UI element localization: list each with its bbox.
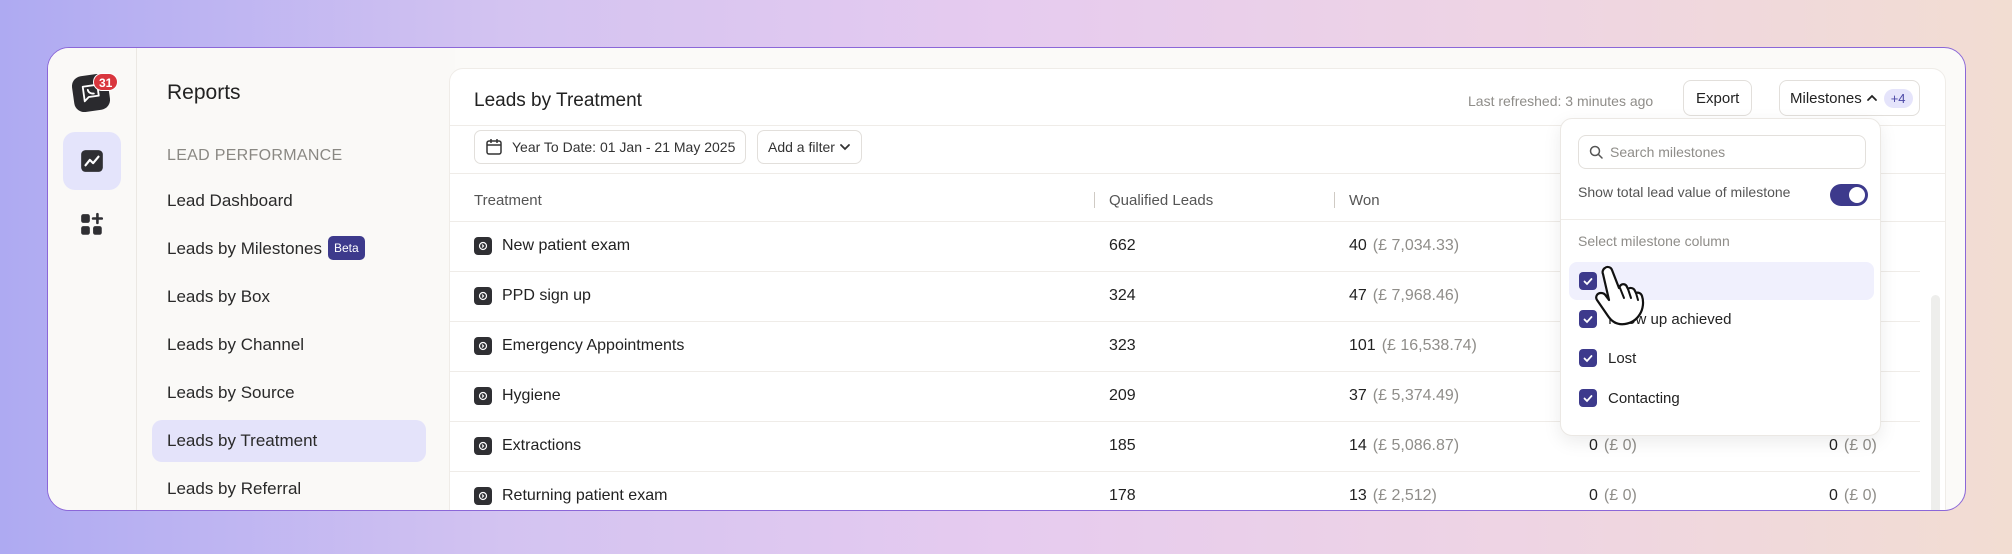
milestone-option-label: Contacting	[1608, 389, 1680, 407]
treatment-icon	[474, 487, 492, 505]
nav-item-leads-by-referral[interactable]: Leads by Referral	[152, 468, 426, 510]
search-milestones-input[interactable]	[1610, 144, 1850, 160]
follow-up-value: 0 (£ 0)	[1589, 437, 1637, 454]
treatment-icon	[474, 437, 492, 455]
treatment-name: Emergency Appointments	[502, 337, 685, 354]
nav-item-label: Leads by Source	[167, 383, 295, 402]
qualified-leads-value: 323	[1109, 337, 1136, 354]
won-value: 40 (£ 7,034.33)	[1349, 237, 1460, 254]
treatment-icon	[474, 387, 492, 405]
page-title: Leads by Treatment	[474, 90, 642, 111]
nav-item-label: Leads by Referral	[167, 479, 302, 498]
calendar-icon	[486, 139, 502, 155]
won-value: 13 (£ 2,512)	[1349, 487, 1437, 504]
nav-item-leads-by-box[interactable]: Leads by Box	[152, 276, 426, 318]
last-refreshed-text: Last refreshed: 3 minutes ago	[1468, 93, 1654, 109]
reports-nav: Reports LEAD PERFORMANCE Lead Dashboard …	[137, 48, 455, 510]
treatment-icon	[474, 237, 492, 255]
checkbox-checked-icon[interactable]	[1579, 349, 1597, 367]
nav-item-leads-by-source[interactable]: Leads by Source	[152, 372, 426, 414]
treatment-name: New patient exam	[502, 237, 631, 254]
nav-section-label: LEAD PERFORMANCE	[167, 147, 343, 164]
milestone-search[interactable]	[1578, 135, 1866, 169]
date-range-filter[interactable]: Year To Date: 01 Jan - 21 May 2025	[474, 130, 747, 164]
add-filter-button[interactable]: Add a filter	[757, 130, 862, 164]
checkbox-checked-icon[interactable]	[1579, 389, 1597, 407]
treatment-name: Extractions	[502, 437, 582, 454]
date-range-label: Year To Date: 01 Jan - 21 May 2025	[512, 139, 736, 155]
beta-badge: Beta	[327, 236, 365, 260]
treatment-name: PPD sign up	[502, 287, 591, 304]
nav-item-label: Leads by Channel	[167, 335, 305, 354]
nav-item-label: Leads by Box	[167, 287, 271, 306]
nav-item-label: Lead Dashboard	[167, 191, 293, 210]
qualified-leads-value: 185	[1109, 437, 1136, 454]
add-filter-label: Add a filter	[768, 139, 835, 155]
nav-title: Reports	[167, 81, 241, 104]
hand-pointer-icon	[1595, 265, 1645, 326]
grid-plus-icon	[81, 212, 104, 235]
treatment-icon	[474, 337, 492, 355]
milestone-option-lost[interactable]: Lost	[1569, 339, 1874, 377]
chevron-up-icon	[1866, 94, 1877, 101]
dropdown-divider	[1561, 219, 1880, 220]
won-value: 47 (£ 7,968.46)	[1349, 287, 1460, 304]
qualified-leads-value: 324	[1109, 287, 1136, 304]
reports-rail-button[interactable]	[63, 132, 121, 190]
column-header-qualified-leads[interactable]: Qualified Leads	[1109, 192, 1213, 209]
milestone-value: 0 (£ 0)	[1829, 437, 1877, 454]
nav-item-label: Leads by Treatment	[167, 431, 318, 450]
won-value: 37 (£ 5,374.49)	[1349, 387, 1460, 404]
export-label: Export	[1696, 89, 1740, 107]
treatment-name: Returning patient exam	[502, 487, 668, 504]
widgets-rail-button[interactable]	[63, 196, 121, 254]
milestone-option-label: Lost	[1608, 349, 1637, 367]
nav-item-lead-dashboard[interactable]: Lead Dashboard	[152, 180, 426, 222]
qualified-leads-value: 209	[1109, 387, 1136, 404]
notification-badge: 31	[93, 73, 119, 91]
nav-item-leads-by-treatment[interactable]: Leads by Treatment	[152, 420, 426, 462]
toggle-label: Show total lead value of milestone	[1578, 184, 1791, 200]
nav-item-leads-by-milestones[interactable]: Leads by Milestones Beta	[152, 228, 426, 270]
column-resize-handle[interactable]	[1334, 192, 1335, 208]
milestones-count-pill: +4	[1883, 88, 1913, 108]
trend-chart-icon	[81, 150, 103, 172]
nav-item-leads-by-channel[interactable]: Leads by Channel	[152, 324, 426, 366]
qualified-leads-value: 178	[1109, 487, 1136, 504]
icon-rail: 31	[48, 48, 137, 510]
search-icon	[1589, 145, 1603, 159]
milestone-option-contacting[interactable]: Contacting	[1569, 379, 1874, 417]
won-value: 14 (£ 5,086.87)	[1349, 437, 1460, 454]
column-header-won[interactable]: Won	[1349, 192, 1380, 209]
follow-up-value: 0 (£ 0)	[1589, 487, 1637, 504]
nav-item-label: Leads by Milestones	[167, 239, 322, 258]
column-resize-handle[interactable]	[1094, 192, 1095, 208]
export-button[interactable]: Export	[1683, 80, 1753, 116]
column-header-treatment[interactable]: Treatment	[474, 192, 542, 209]
qualified-leads-value: 662	[1109, 237, 1136, 254]
show-lead-value-toggle[interactable]	[1830, 184, 1868, 206]
app-window: 31 Reports LEAD PERFORMANCE Lead Dashboa…	[47, 47, 1966, 511]
table-row[interactable]: Returning patient exam 178 13 (£ 2,512) 0…	[450, 472, 1920, 510]
select-column-label: Select milestone column	[1578, 233, 1730, 249]
treatment-name: Hygiene	[502, 387, 561, 404]
milestone-value: 0 (£ 0)	[1829, 487, 1877, 504]
chevron-down-icon	[840, 144, 850, 151]
milestones-label: Milestones	[1790, 89, 1862, 107]
treatment-icon	[474, 287, 492, 305]
won-value: 101 (£ 16,538.74)	[1349, 337, 1477, 354]
milestones-button[interactable]: Milestones +4	[1779, 80, 1920, 116]
table-scrollbar[interactable]	[1931, 295, 1940, 510]
